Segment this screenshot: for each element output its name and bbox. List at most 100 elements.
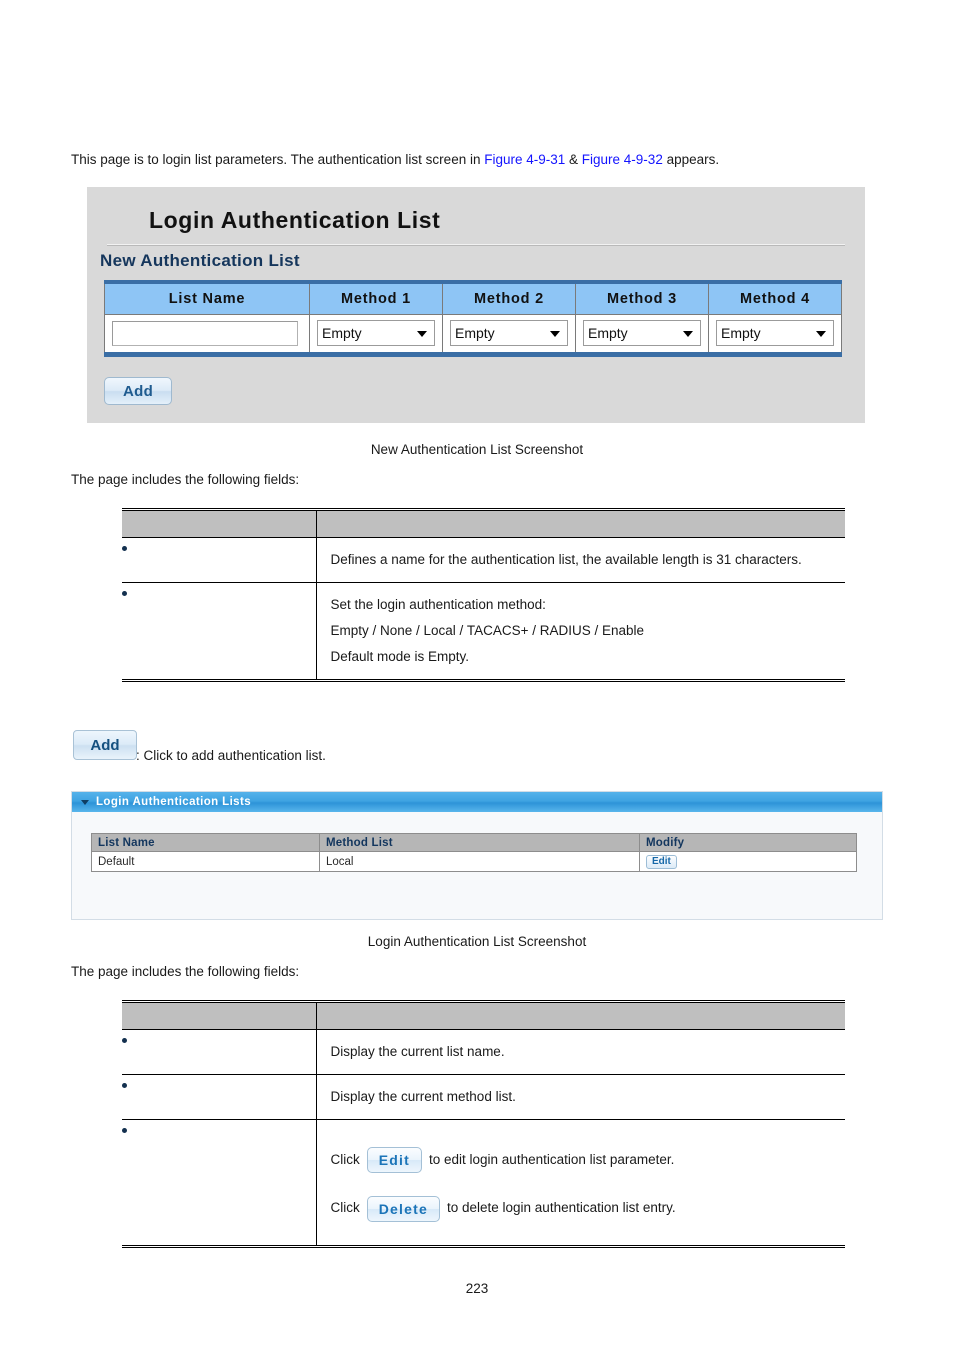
description-text-modify: Click Edit to edit login authentication li… — [316, 1119, 845, 1248]
description-click-row-edit: Click Edit to edit login authentication li… — [331, 1129, 836, 1195]
chevron-down-icon — [816, 331, 826, 337]
table-header-row: List Name Method List Modify — [91, 833, 857, 852]
description-label-method-list — [122, 1074, 317, 1120]
column-header-modify: Modify — [639, 833, 857, 852]
cell-method-2: Empty — [442, 313, 576, 357]
cell-method-1: Empty — [309, 313, 443, 357]
method-2-select[interactable]: Empty — [450, 320, 568, 346]
table-row: Empty Empty Empty Empty — [104, 313, 842, 357]
description-header-row — [122, 508, 845, 538]
page-title: Login Authentication List — [149, 207, 441, 233]
table-header-row: List Name Method 1 Method 2 Method 3 Met… — [104, 280, 842, 315]
cell-method-list: Local — [319, 851, 640, 872]
intro-paragraph: This page is to login list parameters. T… — [71, 151, 719, 169]
new-authentication-list-table: List Name Method 1 Method 2 Method 3 Met… — [104, 280, 842, 357]
description-label-modify — [122, 1119, 317, 1248]
panel-header-bar[interactable]: Login Authentication Lists — [72, 792, 882, 812]
cell-list-name — [104, 313, 310, 357]
method-2-select-value: Empty — [455, 325, 495, 341]
method-4-select[interactable]: Empty — [716, 320, 834, 346]
figure-link-4-9-31[interactable]: Figure 4-9-31 — [484, 152, 565, 167]
description-label-list-name — [122, 1029, 317, 1075]
caption-login-authentication-list: Login Authentication List Screenshot — [367, 934, 587, 949]
table-row: Set the login authentication method: Emp… — [122, 582, 845, 682]
description-table-1: Defines a name for the authentication li… — [122, 508, 845, 682]
caption-new-authentication-list: New Authentication List Screenshot — [370, 442, 584, 457]
bullet-icon — [122, 1083, 127, 1088]
chevron-down-icon — [683, 331, 693, 337]
table-row: Display the current method list. — [122, 1074, 845, 1120]
chevron-down-icon — [550, 331, 560, 337]
add-button[interactable]: Add — [104, 377, 172, 405]
description-header-description — [316, 1000, 845, 1030]
description-label-list-name — [122, 537, 317, 583]
click-suffix: to delete login authentication list entr… — [446, 1200, 676, 1216]
panel-header-title: Login Authentication Lists — [96, 796, 251, 808]
intro-text-after: appears. — [662, 152, 720, 167]
column-header-method-1: Method 1 — [309, 280, 443, 315]
method-1-select-value: Empty — [322, 325, 362, 341]
method-3-select-value: Empty — [588, 325, 628, 341]
table-row: Default Local Edit — [91, 851, 857, 872]
add-button-legend[interactable]: Add — [73, 730, 137, 760]
column-header-method-3: Method 3 — [575, 280, 709, 315]
description-line: Defines a name for the authentication li… — [330, 552, 802, 567]
login-authentication-lists-table: List Name Method List Modify Default Loc… — [91, 833, 857, 872]
description-line: Set the login authentication method: — [330, 597, 546, 612]
description-text-method: Set the login authentication method: Emp… — [316, 582, 845, 682]
login-authentication-lists-screenshot: Login Authentication Lists List Name Met… — [71, 791, 883, 920]
new-authentication-list-screenshot: Login Authentication List New Authentica… — [87, 187, 865, 423]
description-header-object — [122, 1000, 317, 1030]
delete-button-legend[interactable]: Delete — [366, 1195, 440, 1222]
column-header-list-name: List Name — [104, 280, 310, 315]
title-divider — [107, 244, 845, 246]
cell-modify: Edit — [639, 851, 857, 872]
description-header-object — [122, 508, 317, 538]
bullet-icon — [122, 1128, 127, 1133]
fields-note-2: The page includes the following fields: — [71, 964, 300, 979]
method-3-select[interactable]: Empty — [583, 320, 701, 346]
description-text-method-list: Display the current method list. — [316, 1074, 845, 1120]
bullet-icon — [122, 1038, 127, 1043]
click-prefix: Click — [330, 1200, 360, 1216]
click-suffix: to edit login authentication list parame… — [429, 1152, 675, 1167]
column-header-list-name: List Name — [91, 833, 320, 852]
cell-method-4: Empty — [708, 313, 842, 357]
method-1-select[interactable]: Empty — [317, 320, 435, 346]
description-line: Display the current list name. — [330, 1044, 505, 1059]
intro-text-before: This page is to login list parameters. T… — [71, 152, 485, 167]
bullet-icon — [122, 546, 127, 551]
description-line: Display the current method list. — [330, 1089, 516, 1104]
chevron-down-icon — [417, 331, 427, 337]
edit-button-legend[interactable]: Edit — [366, 1147, 422, 1174]
description-line: Default mode is Empty. — [330, 649, 470, 664]
description-header-description — [316, 508, 845, 538]
column-header-method-list: Method List — [319, 833, 640, 852]
list-name-input[interactable] — [112, 320, 298, 346]
method-4-select-value: Empty — [721, 325, 761, 341]
panel-body: List Name Method List Modify Default Loc… — [91, 833, 857, 872]
column-header-method-4: Method 4 — [708, 280, 842, 315]
description-table-2: Display the current list name. Display t… — [122, 1000, 845, 1248]
table-row: Click Edit to edit login authentication li… — [122, 1119, 845, 1248]
description-text-list-name: Defines a name for the authentication li… — [316, 537, 845, 583]
description-label-method — [122, 582, 317, 682]
description-click-row-delete: Click Delete to delete login authenticatio… — [331, 1195, 836, 1235]
cell-list-name: Default — [91, 851, 320, 872]
table-row: Defines a name for the authentication li… — [122, 537, 845, 583]
cell-method-3: Empty — [575, 313, 709, 357]
section-subtitle: New Authentication List — [100, 251, 300, 270]
add-button-legend-text: : Click to add authentication list. — [136, 748, 326, 763]
page-number: 223 — [465, 1281, 489, 1296]
click-prefix: Click — [330, 1152, 360, 1167]
bullet-icon — [122, 591, 127, 596]
description-header-row — [122, 1000, 845, 1030]
edit-button[interactable]: Edit — [646, 854, 677, 869]
description-text-list-name: Display the current list name. — [316, 1029, 845, 1075]
intro-text-mid: & — [565, 152, 582, 167]
collapse-triangle-icon[interactable] — [81, 799, 89, 805]
column-header-method-2: Method 2 — [442, 280, 576, 315]
figure-link-4-9-32[interactable]: Figure 4-9-32 — [582, 152, 663, 167]
description-line: Empty / None / Local / TACACS+ / RADIUS … — [330, 623, 645, 638]
table-row: Display the current list name. — [122, 1029, 845, 1075]
